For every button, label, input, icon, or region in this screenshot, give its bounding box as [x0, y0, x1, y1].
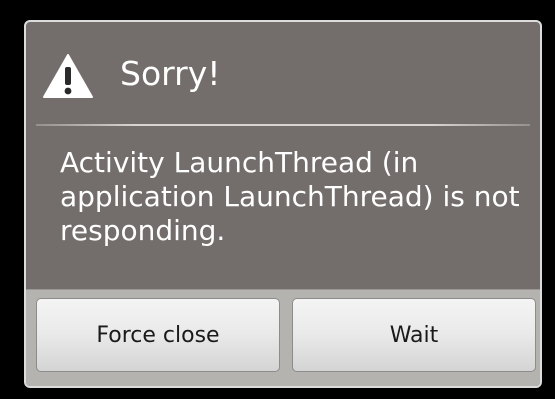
wait-button[interactable]: Wait — [292, 298, 536, 372]
anr-dialog: Sorry! Activity LaunchThread (in applica… — [24, 20, 542, 388]
warning-icon — [43, 54, 93, 98]
dialog-message: Activity LaunchThread (in application La… — [60, 146, 520, 247]
title-divider — [36, 124, 530, 126]
force-close-button[interactable]: Force close — [36, 298, 280, 372]
dialog-title: Sorry! — [120, 54, 221, 93]
dialog-button-bar: Force close Wait — [26, 289, 540, 386]
dialog-header: Sorry! — [26, 22, 540, 126]
